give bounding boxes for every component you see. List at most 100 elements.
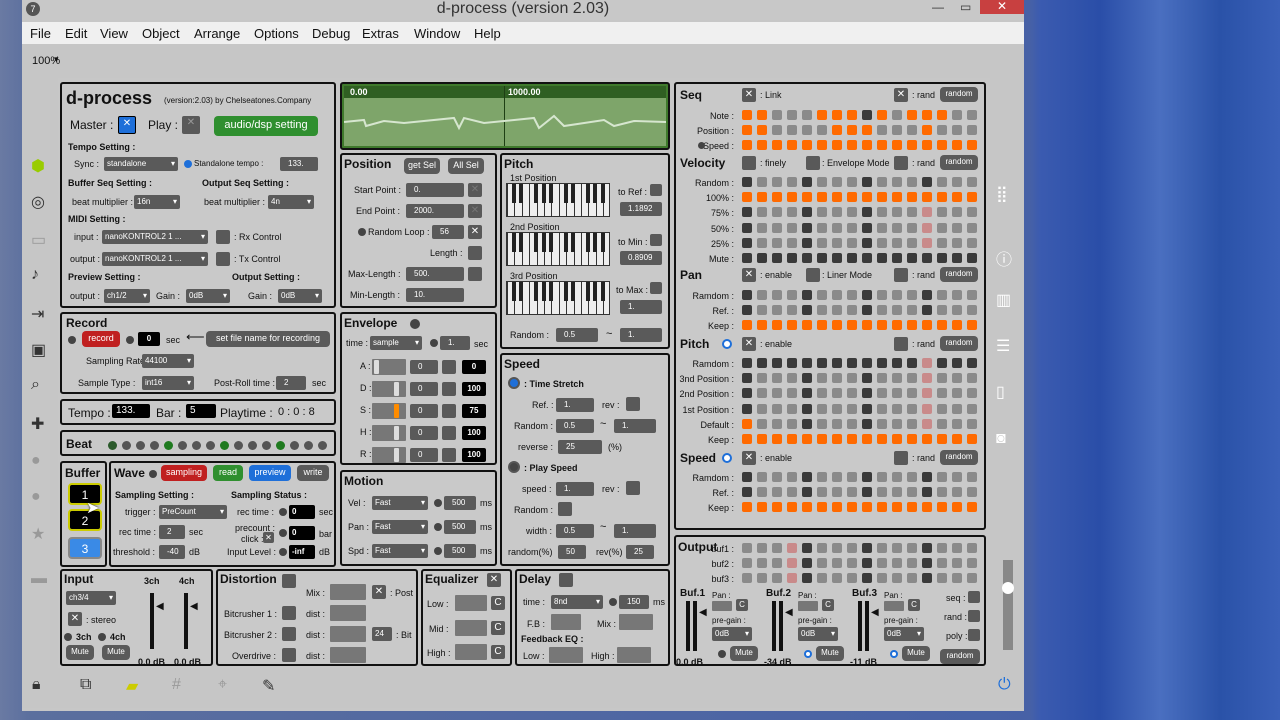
output-step-cell[interactable] xyxy=(847,573,857,583)
menu-extras[interactable]: Extras xyxy=(362,26,399,41)
pitch-seq-random-button[interactable]: random xyxy=(940,336,978,351)
output-step-cell[interactable] xyxy=(967,573,977,583)
seq-step-cell[interactable] xyxy=(937,320,947,331)
piano-black-key[interactable] xyxy=(571,184,576,204)
seq-step-cell[interactable] xyxy=(802,110,812,120)
delay-time-select[interactable]: 8nd xyxy=(551,595,603,609)
buffer-beat-select[interactable]: 16n xyxy=(134,195,180,209)
seq-step-cell[interactable] xyxy=(922,487,932,498)
midi-input-select[interactable]: nanoKONTROL2 1 ... xyxy=(102,230,208,244)
seq-step-cell[interactable] xyxy=(907,403,917,414)
output-step-cell[interactable] xyxy=(802,573,812,583)
seq-step-cell[interactable] xyxy=(967,110,977,120)
eq-high-center[interactable]: C xyxy=(491,645,505,659)
pitch-3rd-keyboard[interactable] xyxy=(506,281,610,315)
output-step-cell[interactable] xyxy=(892,558,902,568)
seq-step-cell[interactable] xyxy=(922,222,932,233)
seq-step-cell[interactable] xyxy=(742,140,752,151)
write-button[interactable]: write xyxy=(297,465,329,481)
bitcrusher2-slider[interactable] xyxy=(330,626,366,642)
pointer-icon[interactable]: ⌖ xyxy=(218,676,227,694)
seq-step-cell[interactable] xyxy=(922,110,932,120)
output-step-cell[interactable] xyxy=(757,543,767,553)
envelope-mode-toggle[interactable] xyxy=(806,156,820,170)
master-volume-fader[interactable] xyxy=(1002,560,1014,650)
piano-black-key[interactable] xyxy=(519,184,524,204)
equalizer-toggle[interactable] xyxy=(487,573,501,587)
seq-step-cell[interactable] xyxy=(862,373,872,384)
seq-step-cell[interactable] xyxy=(832,237,842,248)
seq-step-cell[interactable] xyxy=(817,502,827,513)
seq-step-cell[interactable] xyxy=(832,434,842,444)
sample-type-select[interactable]: int16 xyxy=(142,376,194,390)
menu-file[interactable]: File xyxy=(30,26,51,41)
piano-black-key[interactable] xyxy=(600,184,605,204)
overdrive-toggle[interactable] xyxy=(282,648,296,662)
piano-black-key[interactable] xyxy=(519,282,524,302)
sampling-button[interactable]: sampling xyxy=(161,465,207,481)
seq-step-cell[interactable] xyxy=(802,502,812,513)
seq-step-cell[interactable] xyxy=(922,320,932,331)
seq-step-cell[interactable] xyxy=(952,358,962,368)
clip-icon[interactable]: ⌕ xyxy=(31,376,40,394)
seq-step-cell[interactable] xyxy=(967,207,977,218)
seq-step-cell[interactable] xyxy=(742,192,752,203)
buf-pregain-select[interactable]: 0dB xyxy=(798,627,838,641)
seq-step-cell[interactable] xyxy=(877,472,887,482)
buf-pan-center[interactable]: C xyxy=(822,599,834,611)
buf-pan-slider[interactable] xyxy=(798,601,818,611)
menu-arrange[interactable]: Arrange xyxy=(194,26,240,41)
liner-mode-toggle[interactable] xyxy=(806,268,820,282)
seq-step-cell[interactable] xyxy=(967,140,977,151)
seq-step-cell[interactable] xyxy=(967,237,977,248)
seq-step-cell[interactable] xyxy=(847,237,857,248)
waveform-panel[interactable]: 0.00 1000.00 xyxy=(340,82,670,150)
rev-pct-input[interactable]: 25 xyxy=(626,545,654,559)
seq-step-cell[interactable] xyxy=(877,418,887,429)
seq-step-cell[interactable] xyxy=(832,110,842,120)
to-min-input[interactable]: 0.8909 xyxy=(620,251,662,265)
columns-icon[interactable]: ▥ xyxy=(996,290,1011,310)
distortion-mix-slider[interactable] xyxy=(330,584,366,600)
output-step-cell[interactable] xyxy=(937,573,947,583)
output-step-cell[interactable] xyxy=(967,558,977,568)
motion-ms-input[interactable]: 500 xyxy=(444,544,476,558)
seq-step-cell[interactable] xyxy=(922,177,932,187)
seq-step-cell[interactable] xyxy=(967,192,977,203)
seq-step-cell[interactable] xyxy=(952,388,962,399)
seq-step-cell[interactable] xyxy=(892,388,902,399)
buf-pregain-select[interactable]: 0dB xyxy=(712,627,752,641)
seq-step-cell[interactable] xyxy=(967,253,977,263)
piano-black-key[interactable] xyxy=(600,282,605,302)
seq-step-cell[interactable] xyxy=(892,207,902,218)
seq-step-cell[interactable] xyxy=(952,140,962,151)
seq-step-cell[interactable] xyxy=(922,253,932,263)
seq-step-cell[interactable] xyxy=(907,472,917,482)
seq-step-cell[interactable] xyxy=(832,388,842,399)
seq-step-cell[interactable] xyxy=(802,320,812,331)
piano-black-key[interactable] xyxy=(541,282,546,302)
output-step-cell[interactable] xyxy=(937,558,947,568)
env-param-toggle[interactable] xyxy=(442,382,456,396)
eq-mid-center[interactable]: C xyxy=(491,621,505,635)
info-icon[interactable]: ⓘ xyxy=(996,246,1012,270)
seq-step-cell[interactable] xyxy=(832,373,842,384)
seq-step-cell[interactable] xyxy=(802,487,812,498)
seq-step-cell[interactable] xyxy=(772,434,782,444)
env-param-slider[interactable] xyxy=(372,403,406,419)
seq-step-cell[interactable] xyxy=(832,222,842,233)
seq-step-cell[interactable] xyxy=(922,434,932,444)
seq-step-cell[interactable] xyxy=(877,290,887,300)
seq-step-cell[interactable] xyxy=(757,403,767,414)
time-stretch-radio[interactable] xyxy=(508,377,520,389)
pitch-random-min[interactable]: 0.5 xyxy=(556,328,598,342)
list-icon[interactable]: ⇥ xyxy=(31,304,44,324)
seq-step-cell[interactable] xyxy=(757,434,767,444)
seq-step-cell[interactable] xyxy=(952,110,962,120)
env-param-toggle[interactable] xyxy=(442,426,456,440)
seq-step-cell[interactable] xyxy=(757,207,767,218)
preview-button[interactable]: preview xyxy=(249,465,291,481)
seq-step-cell[interactable] xyxy=(787,177,797,187)
rx-toggle[interactable] xyxy=(216,230,230,244)
seq-step-cell[interactable] xyxy=(802,140,812,151)
